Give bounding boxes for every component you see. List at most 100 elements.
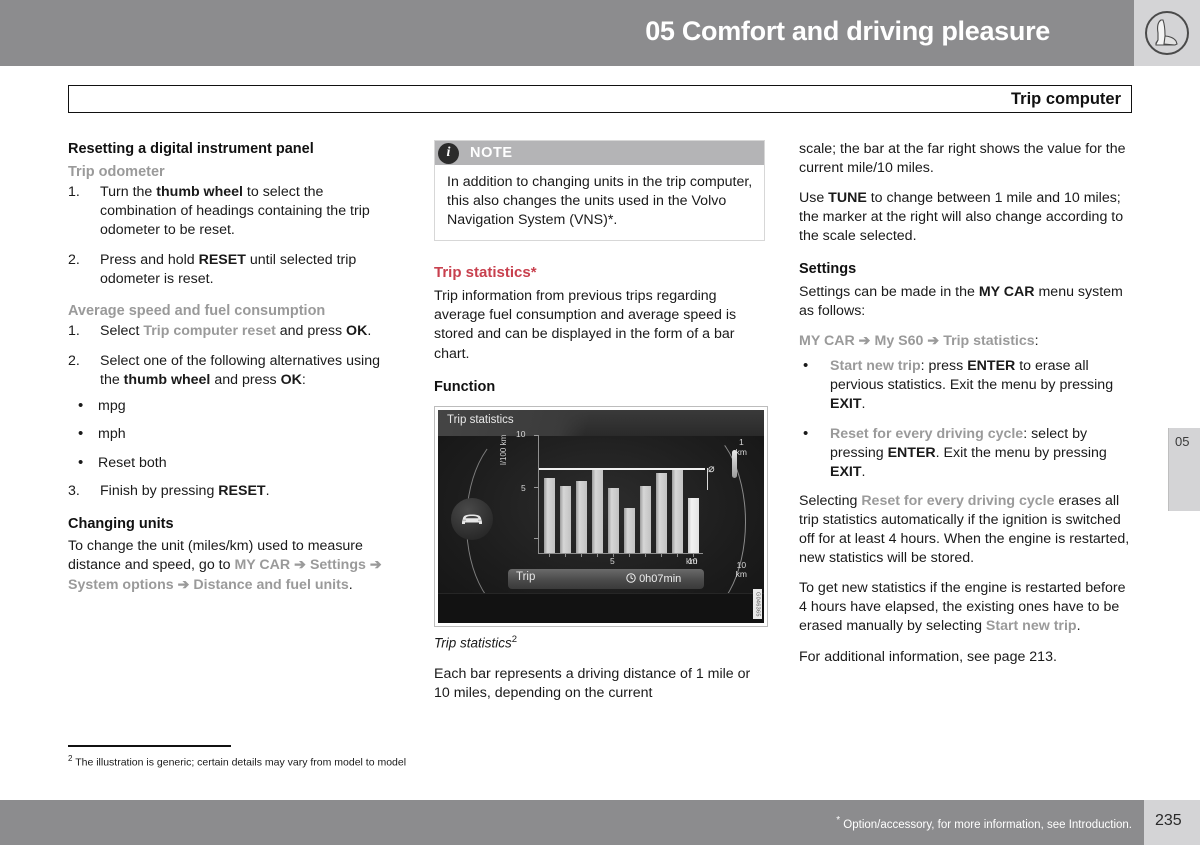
paragraph-changing-units: To change the unit (miles/km) used to me… [68,538,382,593]
subheading-avg-speed-fuel: Average speed and fuel consumption [68,302,326,319]
paragraph-scale: scale; the bar at the far right shows th… [799,141,1126,177]
list-item: Reset both [68,453,399,473]
bar-series [541,450,701,554]
x-tick [645,553,646,558]
list-item: mph [68,424,399,444]
image-id-watermark: G046365 [753,589,762,620]
list-item: Reset for every driving cycle: select by… [799,424,1130,482]
step-number: 1. [68,184,80,201]
clock-icon [626,573,636,583]
display-bottom-bar [438,593,764,624]
x-tick [677,553,678,558]
figure-frame: Trip statistics l/100 km 10 5 ⌀ 5 10 km … [434,406,768,628]
x-tick [549,553,550,558]
bar [607,488,619,554]
chapter-icon-box [1134,0,1200,66]
page-footer: * Option/accessory, for more information… [0,800,1200,845]
chapter-tab-number: 05 [1175,434,1190,449]
x-axis-line [538,553,703,555]
bullet-list-settings: Start new trip: press ENTER to erase all… [799,356,1130,482]
note-title: NOTE [470,145,513,161]
paragraph-settings: Settings can be made in the MY CAR menu … [799,284,1123,320]
step-text: Finish by pressing RESET. [100,482,270,499]
bar [655,472,667,554]
note-header: i NOTE [435,141,764,165]
subheading-trip-odometer: Trip odometer [68,163,165,180]
heading-changing-units: Changing units [68,515,174,532]
display-title: Trip statistics [447,414,514,427]
trip-duration: 0h07min [626,573,681,585]
step-number: 3. [68,482,80,499]
paragraph-reset-cycle: Selecting Reset for every driving cycle … [799,492,1130,567]
y-axis-line [538,435,539,554]
section-title: Trip computer [1010,90,1121,108]
page-title: 05 Comfort and driving pleasure [645,16,1050,46]
average-symbol: ⌀ [708,463,715,476]
column-left: Resetting a digital instrument panel Tri… [68,140,399,595]
paragraph-tune: Use TUNE to change between 1 mile and 10… [799,190,1124,245]
heading-trip-statistics: Trip statistics* [434,264,537,282]
bar [687,497,699,554]
bar [559,486,571,554]
scale-label-top: 1 km [735,437,747,457]
paragraph-additional-info: For additional information, see page 213… [799,648,1057,665]
x-tick [597,553,598,558]
trip-duration-value: 0h07min [639,573,682,586]
list-item: 2. Select one of the following alternati… [68,352,399,390]
paragraph-trip-statistics: Trip information from previous trips reg… [434,288,737,362]
scale-label-bottom: 10 km [735,559,747,579]
step-number: 2. [68,252,80,269]
list-item: 1. Turn the thumb wheel to select the co… [68,183,399,240]
list-item: 1. Select Trip computer reset and press … [68,322,399,341]
page-header: 05 Comfort and driving pleasure [0,0,1200,66]
bar [623,507,635,554]
footnote: 2 The illustration is generic; certain d… [68,754,407,769]
list-item: 2. Press and hold RESET until selected t… [68,251,399,289]
step-text: Press and hold RESET until selected trip… [100,252,357,288]
section-title-bar: Trip computer [68,85,1132,113]
note-box: i NOTE In addition to changing units in … [434,140,765,242]
y-axis-title: l/100 km [499,434,508,466]
paragraph-each-bar: Each bar represents a driving distance o… [434,665,751,701]
list-item: 3. Finish by pressing RESET. [68,482,399,501]
step-text: Select Trip computer reset and press OK. [100,323,372,340]
x-tick-label-5: 5 [610,556,615,567]
footnote-divider [68,745,231,747]
average-line [539,468,708,491]
figure-caption: Trip statistics2 [434,634,518,651]
footer-note: * Option/accessory, for more information… [836,815,1132,831]
bar [543,478,555,554]
menu-path: MY CAR ➔ My S60 ➔ Trip statistics: [799,333,1039,350]
step-text: Turn the thumb wheel to select the combi… [100,184,370,239]
bullet-list-units: mpg mph Reset both [68,396,399,473]
steps-finish: 3. Finish by pressing RESET. [68,482,399,501]
paragraph-new-statistics: To get new statistics if the engine is r… [799,580,1126,635]
list-item: Start new trip: press ENTER to erase all… [799,356,1130,414]
steps-trip-odometer: 1. Turn the thumb wheel to select the co… [68,183,399,289]
instrument-display-screen: Trip statistics l/100 km 10 5 ⌀ 5 10 km … [438,410,764,624]
bar-chart: l/100 km 10 5 ⌀ 5 10 km [499,429,715,568]
note-body: In addition to changing units in the tri… [447,174,753,229]
heading-resetting-panel: Resetting a digital instrument panel [68,141,314,157]
x-tick [565,553,566,558]
bar [639,486,651,554]
scale-marker [732,450,737,479]
x-tick [581,553,582,558]
page-number: 235 [1155,812,1182,829]
x-tick [629,553,630,558]
page-number-box: 235 [1144,800,1200,845]
column-middle: i NOTE In addition to changing units in … [434,140,768,703]
steps-avg-speed: 1. Select Trip computer reset and press … [68,322,399,390]
figure-trip-statistics: Trip statistics l/100 km 10 5 ⌀ 5 10 km … [434,406,768,651]
chapter-tab: 05 [1168,428,1200,511]
trip-panel-label: Trip [516,571,536,584]
y-tick-label-10: 10 [516,429,526,440]
x-axis-unit: km [686,556,698,567]
x-tick [661,553,662,558]
step-number: 2. [68,353,80,370]
car-seat-icon [1145,11,1189,55]
heading-function: Function [434,378,496,395]
car-front-icon [451,498,493,541]
bar [591,467,603,554]
heading-settings: Settings [799,261,857,278]
